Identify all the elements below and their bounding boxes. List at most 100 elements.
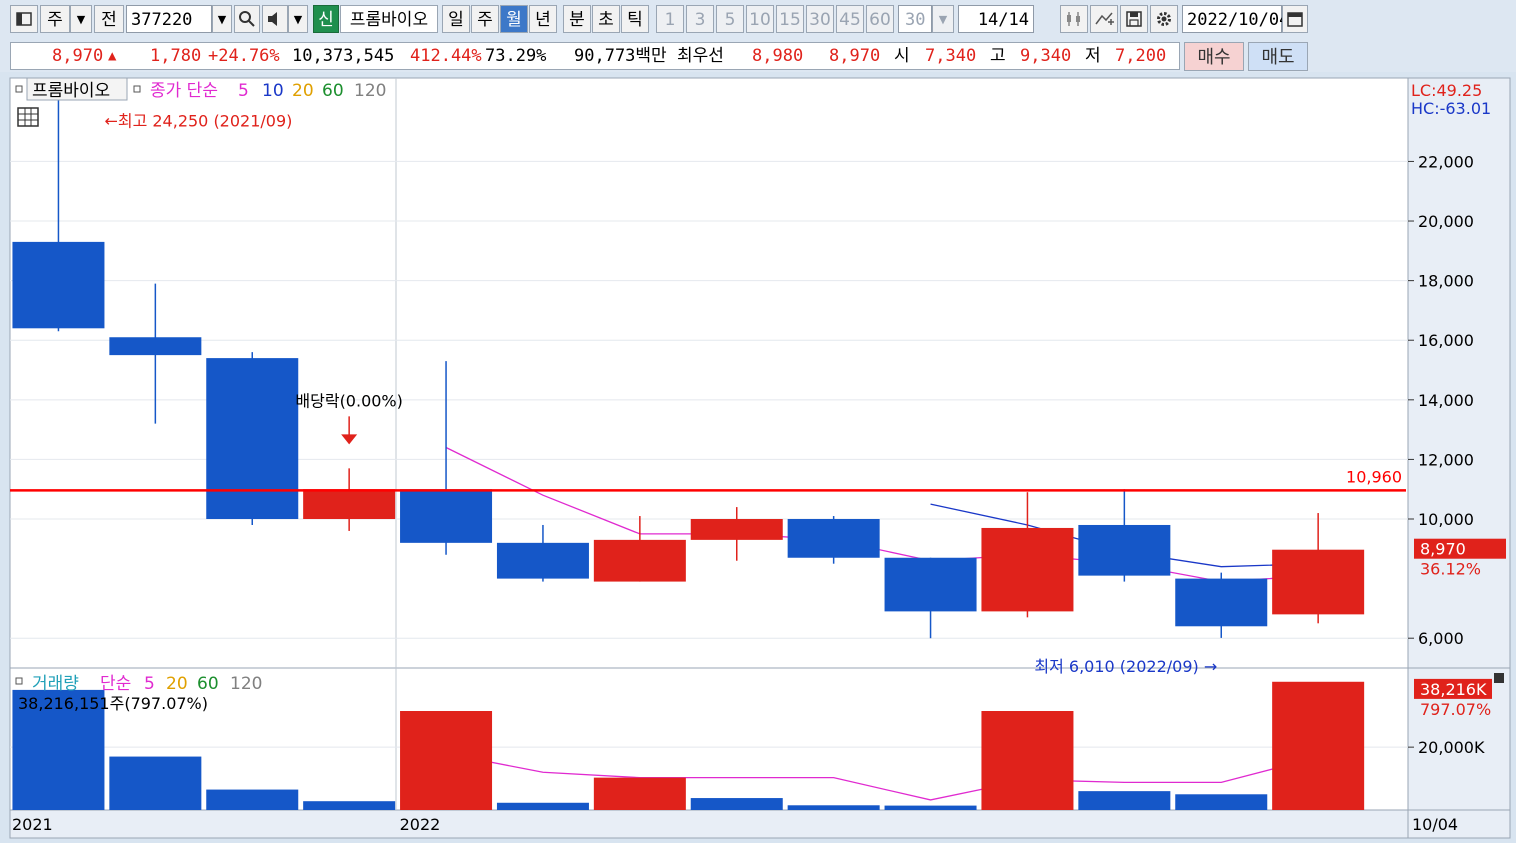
speaker-icon[interactable] (262, 5, 288, 33)
date-input[interactable]: 2022/10/04 (1182, 5, 1289, 33)
y-tick-label: 14,000 (1418, 391, 1474, 410)
minute-5-button[interactable]: 5 (716, 5, 744, 33)
y-tick-label: 22,000 (1418, 152, 1474, 171)
candle-body (400, 489, 493, 543)
period-day-button[interactable]: 일 (442, 5, 470, 33)
calendar-icon-glyph (1287, 12, 1303, 27)
prev-button[interactable]: 전 (94, 5, 124, 33)
last-date-label: 10/04 (1412, 815, 1458, 834)
reference-line-label: 10,960 (1346, 467, 1402, 486)
legend-ma120: 120 (354, 81, 386, 101)
save-icon-glyph (1126, 11, 1142, 27)
y-tick-label: 16,000 (1418, 331, 1474, 350)
volume-legend-ma20: 20 (166, 674, 188, 694)
candle-type-icon[interactable] (1060, 5, 1088, 33)
period-tick-button[interactable]: 틱 (621, 5, 649, 33)
volume-bar (206, 789, 299, 810)
volume-legend-ma-type: 단순 (100, 674, 131, 694)
price-chart[interactable]: 22,000 20,000 18,000 16,000 14,000 12,000 10,0… (0, 72, 1516, 843)
market-type-dropdown-icon[interactable]: ▼ (70, 5, 92, 33)
lc-label: LC:49.25 (1411, 81, 1482, 100)
volume-bar (593, 777, 686, 810)
legend-stock-name: 프롬바이오 (32, 81, 110, 101)
minute-30-button[interactable]: 30 (806, 5, 834, 33)
period-week-button[interactable]: 주 (471, 5, 499, 33)
buy-button[interactable]: 매수 (1184, 42, 1244, 71)
time-axis (9, 809, 1409, 839)
period-second-button[interactable]: 초 (592, 5, 620, 33)
crosshair-icon[interactable] (1090, 5, 1118, 33)
window-icon[interactable] (10, 5, 38, 33)
legend-ma10: 10 (262, 81, 284, 101)
toolbar-row: 주 ▼ 전 377220 ▼ ▼ 신 프롬바이오 일 주 월 년 분 초 틱 1… (0, 0, 1516, 38)
search-icon[interactable] (234, 5, 260, 33)
code-dropdown-icon[interactable]: ▼ (212, 5, 232, 33)
high-annotation: ←최고 24,250 (2021/09) (104, 111, 292, 130)
volume-bar (690, 798, 783, 810)
page-counter-input[interactable]: 14/14 (958, 5, 1034, 33)
candle-body (884, 557, 977, 612)
volume-close-icon[interactable] (1494, 673, 1504, 683)
new-badge-button[interactable]: 신 (313, 5, 339, 33)
current-price: 8,970 (52, 46, 104, 66)
x-tick-label: 2022 (400, 815, 441, 834)
volume-bar (1175, 794, 1268, 810)
period-year-button[interactable]: 년 (529, 5, 557, 33)
sell-button[interactable]: 매도 (1248, 42, 1308, 71)
period-month-button[interactable]: 월 (500, 5, 528, 33)
candle-body (593, 539, 686, 582)
crosshair-icon-glyph (1095, 12, 1114, 25)
minute-3-button[interactable]: 3 (686, 5, 714, 33)
high-label: 고 (990, 46, 1006, 66)
high-price: 9,340 (1020, 46, 1072, 66)
speaker-dropdown-icon[interactable]: ▼ (288, 5, 308, 33)
candle-body (12, 241, 105, 329)
volume-bar (1272, 681, 1365, 810)
candle-body (1175, 578, 1268, 627)
volume-legend-name: 거래량 (32, 674, 79, 694)
low-price: 7,200 (1115, 46, 1167, 66)
up-arrow-icon: ▲ (108, 48, 117, 64)
period-minute-button[interactable]: 분 (563, 5, 591, 33)
legend-ma-type: 종가 단순 (150, 81, 218, 101)
minute-60-button[interactable]: 60 (866, 5, 894, 33)
candle-body (109, 337, 202, 356)
best-price-label: 최우선 (677, 46, 724, 66)
legend-ma60: 60 (322, 81, 344, 101)
volume-legend-ma120: 120 (230, 674, 262, 694)
best-bid: 8,970 (829, 46, 881, 66)
legend-ma20: 20 (292, 81, 314, 101)
stock-name-label: 프롬바이오 (340, 5, 438, 33)
minute-45-button[interactable]: 45 (836, 5, 864, 33)
volume-legend-ma5: 5 (144, 674, 155, 694)
speaker-icon-glyph (268, 12, 277, 26)
market-type-button[interactable]: 주 (40, 5, 70, 33)
interval-dropdown-icon[interactable]: ▼ (932, 5, 954, 33)
volume-legend-ma60: 60 (197, 674, 219, 694)
y-tick-label: 10,000 (1418, 510, 1474, 529)
y-tick-label: 20,000 (1418, 212, 1474, 231)
candle-body (981, 527, 1074, 612)
gear-icon-glyph (1157, 12, 1171, 26)
y-tick-label: 6,000 (1418, 629, 1464, 648)
volume-tag-label: 38,216K (1420, 680, 1487, 699)
candle-type-icon-glyph (1067, 12, 1080, 26)
y-tick-label: 12,000 (1418, 450, 1474, 469)
gear-icon[interactable] (1150, 5, 1178, 33)
save-icon[interactable] (1120, 5, 1148, 33)
interval-input[interactable]: 30 (898, 5, 932, 33)
minute-15-button[interactable]: 15 (776, 5, 804, 33)
best-ask: 8,980 (752, 46, 804, 66)
minute-1-button[interactable]: 1 (656, 5, 684, 33)
candle-body (206, 358, 299, 520)
volume-bar (303, 801, 396, 810)
volume-bar (787, 805, 880, 810)
price-pct-label: 36.12% (1420, 560, 1481, 579)
turnover-rate: 73.29% (485, 46, 547, 66)
volume-bar (109, 756, 202, 810)
minute-10-button[interactable]: 10 (746, 5, 774, 33)
low-label: 저 (1085, 46, 1101, 66)
calendar-icon[interactable] (1282, 5, 1308, 33)
stock-code-input[interactable]: 377220 (126, 5, 212, 33)
table-icon[interactable] (17, 107, 39, 127)
